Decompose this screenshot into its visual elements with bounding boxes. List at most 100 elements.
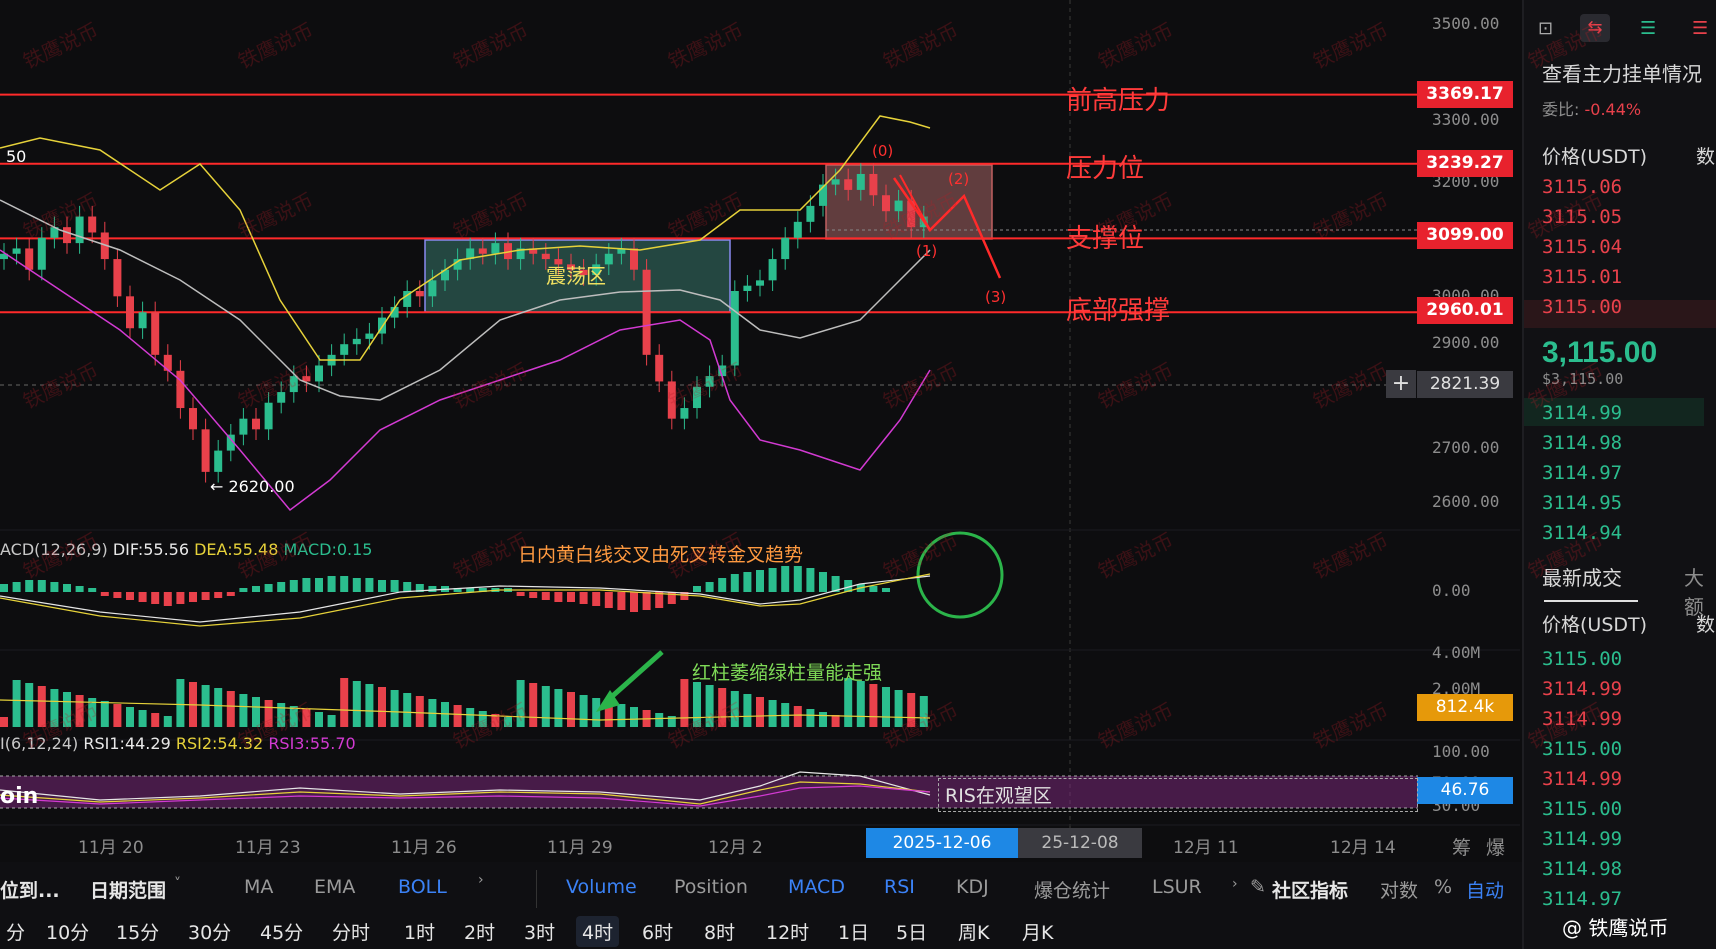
macd-bar <box>340 576 349 592</box>
candle-body <box>806 205 815 222</box>
x-axis-label: 12月 14 <box>1330 838 1396 858</box>
macd-bar <box>617 592 626 610</box>
macd-bar <box>642 592 651 610</box>
position-toggle[interactable]: Position <box>674 876 748 898</box>
auto-scale-toggle[interactable]: 自动 <box>1466 876 1504 903</box>
annotation-bottom: 底部强撑 <box>1066 296 1171 326</box>
more-indicators-icon[interactable]: › <box>478 872 484 888</box>
macd-bar <box>0 584 8 592</box>
liquidation-button[interactable]: 爆 <box>1486 833 1505 860</box>
macd-toggle[interactable]: MACD <box>788 876 845 898</box>
candle-body <box>781 237 790 260</box>
interval-2[interactable]: 15分 <box>110 916 165 947</box>
vol-note: 红柱萎缩绿柱量能走强 <box>692 662 883 684</box>
interval-7[interactable]: 2时 <box>458 916 501 947</box>
candlestick-chart[interactable] <box>0 0 1522 862</box>
candle-body <box>831 179 840 185</box>
interval-8[interactable]: 3时 <box>518 916 561 947</box>
rsi-tick: 100.00 <box>1432 742 1490 761</box>
interval-9[interactable]: 4时 <box>576 916 620 947</box>
interval-4[interactable]: 45分 <box>254 916 309 947</box>
candle-body <box>176 370 185 409</box>
bottom-toolbar: 位到... 日期范围 ˅ MA EMA BOLL › Volume Positi… <box>0 862 1522 949</box>
volume-toggle[interactable]: Volume <box>566 876 637 898</box>
candle-body <box>541 253 550 260</box>
interval-6[interactable]: 1时 <box>398 916 441 947</box>
crosshair-time-tag: 2025-12-06 00:00 <box>866 828 1018 883</box>
chip-button[interactable]: 筹 <box>1452 833 1471 860</box>
interval-11[interactable]: 8时 <box>698 916 741 947</box>
macd-bar <box>50 582 59 592</box>
trade-price-row[interactable]: 3115.00 <box>1542 798 1622 820</box>
log-scale-toggle[interactable]: 对数 <box>1380 876 1418 903</box>
trade-price-row[interactable]: 3114.99 <box>1542 678 1622 700</box>
macd-bar <box>743 572 752 592</box>
volume-bar <box>151 713 160 727</box>
macd-bar <box>378 580 386 592</box>
boll-toggle[interactable]: BOLL <box>398 876 447 898</box>
trade-price-row[interactable]: 3114.99 <box>1542 768 1622 790</box>
macd-bar <box>390 580 399 592</box>
volume-bar <box>831 715 840 727</box>
interval-14[interactable]: 5日 <box>890 916 933 947</box>
interval-0[interactable]: 分 <box>0 916 31 947</box>
volume-bar <box>0 717 8 727</box>
macd-bar <box>113 592 122 598</box>
ask-price-row[interactable]: 3115.01 <box>1542 266 1622 288</box>
community-indicators-button[interactable]: 社区指标 <box>1272 876 1348 903</box>
add-crosshair-icon[interactable]: + <box>1386 370 1416 398</box>
orderbook-bids-icon[interactable]: ☰ <box>1640 18 1670 46</box>
volume-bar <box>390 690 399 727</box>
bid-price-row[interactable]: 3114.95 <box>1542 492 1622 514</box>
macd-bar <box>315 578 323 592</box>
macd-bar <box>541 592 550 600</box>
macd-bar <box>277 582 286 592</box>
locate-button[interactable]: 位到... <box>0 876 60 903</box>
price-tick: 3500.00 <box>1432 14 1500 33</box>
interval-1[interactable]: 10分 <box>40 916 95 947</box>
chevron-down-icon[interactable]: ˅ <box>174 876 181 892</box>
ema-toggle[interactable]: EMA <box>314 876 355 898</box>
macd-dif: DIF:55.56 <box>112 540 190 559</box>
volume-bar <box>378 687 386 727</box>
kdj-toggle[interactable]: KDJ <box>956 876 989 898</box>
candle-body <box>856 173 865 190</box>
ask-price-row[interactable]: 3115.04 <box>1542 236 1622 258</box>
x-axis-label: 11月 29 <box>547 838 613 858</box>
interval-13[interactable]: 1日 <box>832 916 875 947</box>
volume-bar <box>226 691 235 727</box>
trade-price-row[interactable]: 3114.99 <box>1542 828 1622 850</box>
interval-5[interactable]: 分时 <box>326 916 376 947</box>
interval-3[interactable]: 30分 <box>182 916 237 947</box>
trade-price-row[interactable]: 3115.00 <box>1542 648 1622 670</box>
trade-price-row[interactable]: 3114.97 <box>1542 888 1622 910</box>
date-range-button[interactable]: 日期范围 <box>90 876 166 903</box>
trade-price-row[interactable]: 3114.98 <box>1542 858 1622 880</box>
more-arrow-icon[interactable]: › <box>1232 876 1238 892</box>
bid-price-row[interactable]: 3114.98 <box>1542 432 1622 454</box>
rsi-toggle[interactable]: RSI <box>884 876 915 898</box>
candle-body <box>138 312 147 329</box>
x-axis-label: 11月 23 <box>235 838 301 858</box>
volume-bar <box>756 697 764 727</box>
volume-bar <box>163 716 172 727</box>
interval-10[interactable]: 6时 <box>636 916 679 947</box>
orderbook-asks-icon[interactable]: ☰ <box>1692 18 1716 46</box>
interval-12[interactable]: 12时 <box>760 916 815 947</box>
interval-15[interactable]: 周K <box>952 916 995 947</box>
edit-icon[interactable]: ✎ <box>1250 876 1266 898</box>
lsur-toggle[interactable]: LSUR <box>1152 876 1202 898</box>
ask-price-row[interactable]: 3115.00 <box>1542 296 1622 318</box>
candle-body <box>428 280 437 297</box>
percent-toggle[interactable]: % <box>1434 876 1452 898</box>
macd-bar <box>302 578 311 592</box>
bid-price-row[interactable]: 3114.97 <box>1542 462 1622 484</box>
liquidation-stats-toggle[interactable]: 爆仓统计 <box>1034 876 1110 903</box>
left-value-label: 50 <box>6 147 27 166</box>
rsi1-value: RSI1:44.29 <box>83 734 171 753</box>
ma-toggle[interactable]: MA <box>244 876 273 898</box>
volume-bar <box>352 681 361 727</box>
volume-bar <box>415 696 424 727</box>
interval-16[interactable]: 月K <box>1016 916 1059 947</box>
annotation-prev-high: 前高压力 <box>1066 86 1171 116</box>
